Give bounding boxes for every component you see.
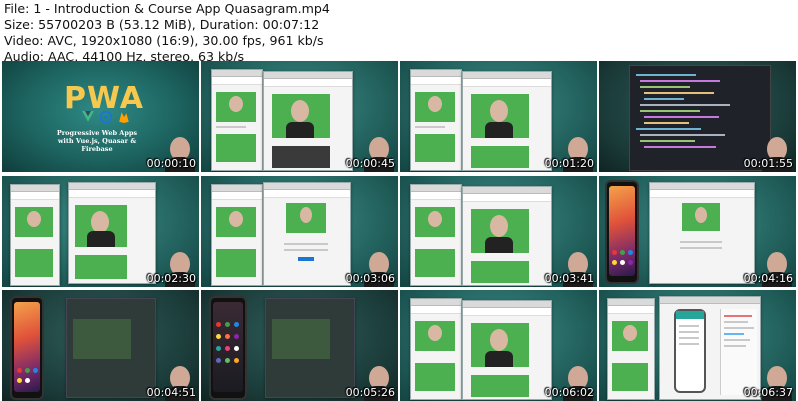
timestamp: 00:06:02 bbox=[544, 386, 594, 399]
timestamp: 00:01:55 bbox=[743, 157, 793, 170]
thumbnail-grid: PWA Progressive Web Apps with Vue.js, Qu… bbox=[0, 61, 798, 401]
thumbnail-2[interactable]: 00:00:45 bbox=[201, 61, 398, 172]
timestamp: 00:00:45 bbox=[345, 157, 395, 170]
timestamp: 00:05:26 bbox=[345, 386, 395, 399]
timestamp: 00:06:37 bbox=[743, 386, 793, 399]
title-subtitle-line-2: with Vue.js, Quasar & Firebase bbox=[57, 137, 137, 153]
thumbnail-8[interactable]: 00:04:16 bbox=[599, 176, 796, 287]
file-name-line: File: 1 - Introduction & Course App Quas… bbox=[4, 1, 330, 16]
firebase-logo-icon bbox=[119, 112, 129, 123]
timestamp: 00:04:51 bbox=[146, 386, 196, 399]
thumbnail-6[interactable]: 00:03:06 bbox=[201, 176, 398, 287]
thumbnail-5[interactable]: 00:02:30 bbox=[2, 176, 199, 287]
code-editor-window bbox=[629, 65, 771, 171]
timestamp: 00:01:20 bbox=[544, 157, 594, 170]
thumbnail-1[interactable]: PWA Progressive Web Apps with Vue.js, Qu… bbox=[2, 61, 199, 172]
thumbnail-7[interactable]: 00:03:41 bbox=[400, 176, 597, 287]
thumbnail-11[interactable]: 00:06:02 bbox=[400, 290, 597, 401]
timestamp: 00:00:10 bbox=[146, 157, 196, 170]
devtools-window bbox=[659, 296, 761, 400]
desktop-view-window bbox=[263, 71, 353, 171]
file-size-line: Size: 55700203 B (53.12 MiB), Duration: … bbox=[4, 17, 320, 32]
timestamp: 00:03:41 bbox=[544, 272, 594, 285]
thumbnail-9[interactable]: 00:04:51 bbox=[2, 290, 199, 401]
file-info-header: File: 1 - Introduction & Course App Quas… bbox=[4, 1, 330, 65]
phone-view-window bbox=[211, 69, 263, 171]
thumbnail-4[interactable]: 00:01:55 bbox=[599, 61, 796, 172]
title-subtitle: Progressive Web Apps with Vue.js, Quasar… bbox=[42, 129, 152, 153]
vue-logo-icon bbox=[82, 111, 94, 122]
quasar-logo-icon bbox=[100, 111, 112, 123]
timestamp: 00:03:06 bbox=[345, 272, 395, 285]
thumbnail-10[interactable]: 00:05:26 bbox=[201, 290, 398, 401]
android-phone bbox=[605, 180, 639, 284]
thumbnail-12[interactable]: 00:06:37 bbox=[599, 290, 796, 401]
timestamp: 00:04:16 bbox=[743, 272, 793, 285]
timestamp: 00:02:30 bbox=[146, 272, 196, 285]
title-subtitle-line-1: Progressive Web Apps bbox=[56, 129, 138, 137]
video-info-line: Video: AVC, 1920x1080 (16:9), 30.00 fps,… bbox=[4, 33, 324, 48]
thumbnail-3[interactable]: 00:01:20 bbox=[400, 61, 597, 172]
